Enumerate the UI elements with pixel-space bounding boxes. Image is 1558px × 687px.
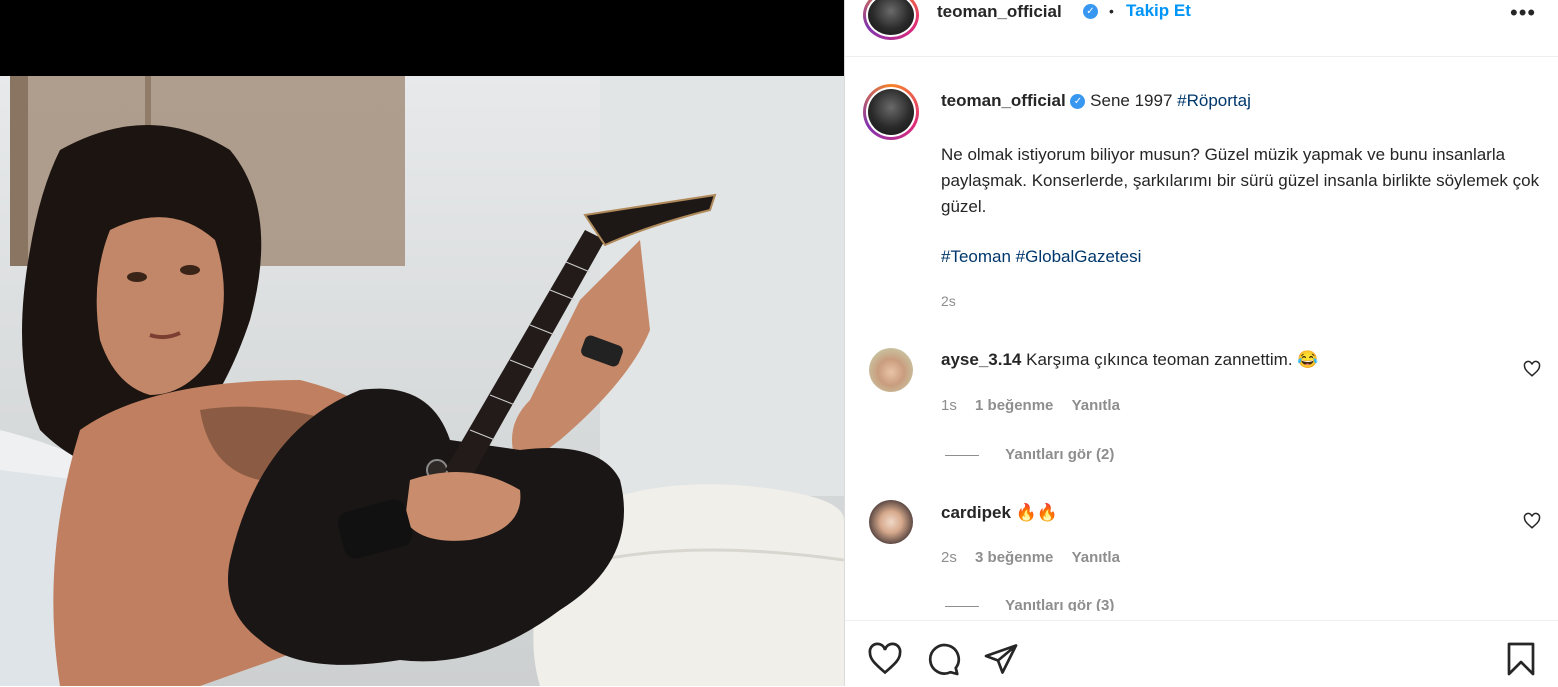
post-photo[interactable]: [0, 0, 844, 686]
caption-username[interactable]: teoman_official: [941, 91, 1066, 110]
comment-time: 1s: [941, 397, 957, 414]
replies-divider: [945, 454, 979, 456]
comment-line: ayse_3.14 Karşıma çıkınca teoman zannett…: [941, 350, 1318, 370]
action-bar: [845, 620, 1558, 687]
share-icon[interactable]: [983, 641, 1019, 677]
comment-text: 🔥🔥: [1015, 503, 1059, 522]
caption-lead: Sene 1997: [1090, 91, 1173, 110]
caption-hashtags: #Teoman #GlobalGazetesi: [941, 244, 1141, 270]
view-replies[interactable]: Yanıtları gör (2): [945, 446, 1114, 463]
caption-verified-icon: ✓: [1070, 94, 1086, 110]
post-panel: teoman_official ✓ • Takip Et ••• teoman_…: [844, 0, 1558, 686]
comment-avatar[interactable]: [869, 500, 913, 544]
caption-time: 2s: [941, 293, 956, 309]
caption-avatar[interactable]: [863, 84, 919, 140]
comment-username[interactable]: cardipek: [941, 503, 1011, 522]
caption-body: Ne olmak istiyorum biliyor musun? Güzel …: [941, 145, 1540, 216]
comment-time: 2s: [941, 549, 957, 566]
comment-meta: 1s 1 beğenme Yanıtla: [941, 397, 1120, 414]
comment-avatar[interactable]: [869, 348, 913, 392]
post-header: teoman_official ✓ • Takip Et •••: [845, 0, 1558, 57]
comment-like-icon[interactable]: [1523, 360, 1541, 378]
author-avatar[interactable]: [863, 0, 919, 40]
comment-icon[interactable]: [925, 641, 961, 677]
comment-likes[interactable]: 3 beğenme: [975, 549, 1053, 566]
view-replies-label[interactable]: Yanıtları gör (2): [1005, 446, 1114, 463]
header-separator: •: [1109, 3, 1114, 19]
verified-badge-icon: ✓: [1083, 4, 1098, 19]
caption-header: teoman_official ✓ Sene 1997 #Röportaj: [941, 91, 1251, 111]
comment-username[interactable]: ayse_3.14: [941, 350, 1021, 369]
view-replies-label[interactable]: Yanıtları gör (3): [1005, 597, 1114, 611]
follow-button[interactable]: Takip Et: [1126, 1, 1191, 21]
comment-reply-button[interactable]: Yanıtla: [1072, 397, 1120, 414]
heart-icon[interactable]: [867, 641, 903, 677]
comment-line: cardipek 🔥🔥: [941, 503, 1058, 523]
comment-reply-button[interactable]: Yanıtla: [1072, 549, 1120, 566]
caption-hashtag[interactable]: #Röportaj: [1177, 91, 1251, 110]
comment-likes[interactable]: 1 beğenme: [975, 397, 1053, 414]
replies-divider: [945, 605, 979, 607]
bookmark-icon[interactable]: [1503, 639, 1539, 679]
comment-like-icon[interactable]: [1523, 512, 1541, 530]
hashtag-globalgazetesi[interactable]: #GlobalGazetesi: [1016, 247, 1142, 266]
hashtag-teoman[interactable]: #Teoman: [941, 247, 1011, 266]
view-replies[interactable]: Yanıtları gör (3): [945, 597, 1114, 611]
photo-illustration: [0, 76, 844, 686]
comment-meta: 2s 3 beğenme Yanıtla: [941, 549, 1120, 566]
comment-text: Karşıma çıkınca teoman zannettim. 😂: [1026, 350, 1319, 369]
header-username[interactable]: teoman_official: [937, 2, 1062, 22]
more-options-icon[interactable]: •••: [1510, 0, 1536, 26]
